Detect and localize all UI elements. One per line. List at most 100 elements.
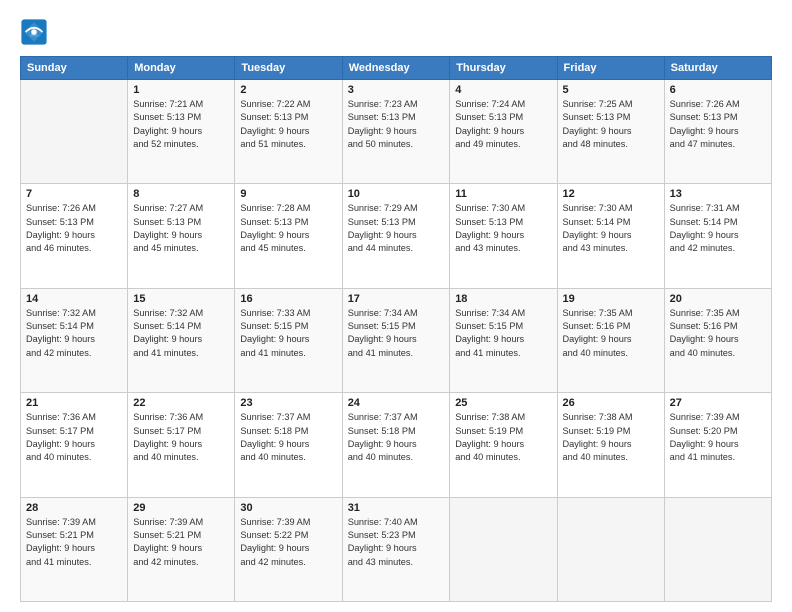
- day-cell: [664, 497, 771, 601]
- day-info: Sunrise: 7:29 AMSunset: 5:13 PMDaylight:…: [348, 202, 445, 255]
- day-info: Sunrise: 7:26 AMSunset: 5:13 PMDaylight:…: [670, 98, 766, 151]
- day-number: 8: [133, 188, 229, 200]
- day-cell: 11Sunrise: 7:30 AMSunset: 5:13 PMDayligh…: [450, 184, 557, 288]
- day-info: Sunrise: 7:22 AMSunset: 5:13 PMDaylight:…: [240, 98, 336, 151]
- day-cell: 18 Sunrise: 7:34 AMSunset: 5:15 PMDayligh…: [450, 288, 557, 392]
- day-number: 31: [348, 502, 445, 514]
- day-info: Sunrise: 7:40 AMSunset: 5:23 PMDaylight:…: [348, 516, 445, 569]
- day-cell: 9 Sunrise: 7:28 AMSunset: 5:13 PMDaylight…: [235, 184, 342, 288]
- day-number: 30: [240, 502, 336, 514]
- day-number: 13: [670, 188, 766, 200]
- day-cell: 19Sunrise: 7:35 AMSunset: 5:16 PMDayligh…: [557, 288, 664, 392]
- day-cell: 8 Sunrise: 7:27 AMSunset: 5:13 PMDaylight…: [128, 184, 235, 288]
- day-info: Sunrise: 7:36 AMSunset: 5:17 PMDaylight:…: [133, 411, 229, 464]
- day-cell: 16 Sunrise: 7:33 AMSunset: 5:15 PMDayligh…: [235, 288, 342, 392]
- day-cell: 14 Sunrise: 7:32 AMSunset: 5:14 PMDayligh…: [21, 288, 128, 392]
- day-info: Sunrise: 7:23 AMSunset: 5:13 PMDaylight:…: [348, 98, 445, 151]
- day-number: 17: [348, 293, 445, 305]
- day-info: Sunrise: 7:33 AMSunset: 5:15 PMDaylight:…: [240, 307, 336, 360]
- day-info: Sunrise: 7:32 AMSunset: 5:14 PMDaylight:…: [26, 307, 122, 360]
- day-info: Sunrise: 7:37 AMSunset: 5:18 PMDaylight:…: [348, 411, 445, 464]
- day-info: Sunrise: 7:28 AMSunset: 5:13 PMDaylight:…: [240, 202, 336, 255]
- day-cell: 13 Sunrise: 7:31 AMSunset: 5:14 PMDayligh…: [664, 184, 771, 288]
- day-cell: 2 Sunrise: 7:22 AMSunset: 5:13 PMDaylight…: [235, 80, 342, 184]
- day-number: 5: [563, 84, 659, 96]
- week-row-3: 21 Sunrise: 7:36 AMSunset: 5:17 PMDayligh…: [21, 393, 772, 497]
- page: SundayMondayTuesdayWednesdayThursdayFrid…: [0, 0, 792, 612]
- day-info: Sunrise: 7:38 AMSunset: 5:19 PMDaylight:…: [455, 411, 551, 464]
- day-number: 10: [348, 188, 445, 200]
- day-number: 2: [240, 84, 336, 96]
- day-number: 3: [348, 84, 445, 96]
- day-cell: [557, 497, 664, 601]
- header-monday: Monday: [128, 57, 235, 80]
- day-number: 29: [133, 502, 229, 514]
- week-row-0: 1 Sunrise: 7:21 AMSunset: 5:13 PMDaylight…: [21, 80, 772, 184]
- day-info: Sunrise: 7:31 AMSunset: 5:14 PMDaylight:…: [670, 202, 766, 255]
- header-wednesday: Wednesday: [342, 57, 450, 80]
- day-cell: 28 Sunrise: 7:39 AMSunset: 5:21 PMDayligh…: [21, 497, 128, 601]
- day-cell: 4Sunrise: 7:24 AMSunset: 5:13 PMDaylight…: [450, 80, 557, 184]
- day-info: Sunrise: 7:32 AMSunset: 5:14 PMDaylight:…: [133, 307, 229, 360]
- day-cell: 6 Sunrise: 7:26 AMSunset: 5:13 PMDaylight…: [664, 80, 771, 184]
- day-number: 28: [26, 502, 122, 514]
- day-number: 20: [670, 293, 766, 305]
- day-cell: 5 Sunrise: 7:25 AMSunset: 5:13 PMDaylight…: [557, 80, 664, 184]
- day-info: Sunrise: 7:35 AMSunset: 5:16 PMDaylight:…: [563, 307, 659, 360]
- day-cell: 29 Sunrise: 7:39 AMSunset: 5:21 PMDayligh…: [128, 497, 235, 601]
- day-number: 23: [240, 397, 336, 409]
- day-cell: 30 Sunrise: 7:39 AMSunset: 5:22 PMDayligh…: [235, 497, 342, 601]
- header-friday: Friday: [557, 57, 664, 80]
- day-cell: 21Sunrise: 7:36 AMSunset: 5:17 PMDayligh…: [21, 393, 128, 497]
- day-number: 22: [133, 397, 229, 409]
- calendar-header-row: SundayMondayTuesdayWednesdayThursdayFrid…: [21, 57, 772, 80]
- day-cell: 15 Sunrise: 7:32 AMSunset: 5:14 PMDayligh…: [128, 288, 235, 392]
- day-info: Sunrise: 7:21 AMSunset: 5:13 PMDaylight:…: [133, 98, 229, 151]
- day-cell: 27 Sunrise: 7:39 AMSunset: 5:20 PMDayligh…: [664, 393, 771, 497]
- day-number: 6: [670, 84, 766, 96]
- day-number: 9: [240, 188, 336, 200]
- day-info: Sunrise: 7:35 AMSunset: 5:16 PMDaylight:…: [670, 307, 766, 360]
- day-cell: 12Sunrise: 7:30 AMSunset: 5:14 PMDayligh…: [557, 184, 664, 288]
- day-number: 4: [455, 84, 551, 96]
- header-tuesday: Tuesday: [235, 57, 342, 80]
- week-row-2: 14 Sunrise: 7:32 AMSunset: 5:14 PMDayligh…: [21, 288, 772, 392]
- day-info: Sunrise: 7:37 AMSunset: 5:18 PMDaylight:…: [240, 411, 336, 464]
- day-cell: 22 Sunrise: 7:36 AMSunset: 5:17 PMDayligh…: [128, 393, 235, 497]
- day-info: Sunrise: 7:34 AMSunset: 5:15 PMDaylight:…: [455, 307, 551, 360]
- day-number: 1: [133, 84, 229, 96]
- day-cell: 23 Sunrise: 7:37 AMSunset: 5:18 PMDayligh…: [235, 393, 342, 497]
- day-number: 16: [240, 293, 336, 305]
- day-info: Sunrise: 7:38 AMSunset: 5:19 PMDaylight:…: [563, 411, 659, 464]
- week-row-4: 28 Sunrise: 7:39 AMSunset: 5:21 PMDayligh…: [21, 497, 772, 601]
- day-cell: 3 Sunrise: 7:23 AMSunset: 5:13 PMDaylight…: [342, 80, 450, 184]
- header-sunday: Sunday: [21, 57, 128, 80]
- day-info: Sunrise: 7:30 AMSunset: 5:13 PMDaylight:…: [455, 202, 551, 255]
- day-info: Sunrise: 7:25 AMSunset: 5:13 PMDaylight:…: [563, 98, 659, 151]
- day-cell: 17Sunrise: 7:34 AMSunset: 5:15 PMDayligh…: [342, 288, 450, 392]
- day-number: 14: [26, 293, 122, 305]
- day-number: 25: [455, 397, 551, 409]
- day-cell: 26 Sunrise: 7:38 AMSunset: 5:19 PMDayligh…: [557, 393, 664, 497]
- day-info: Sunrise: 7:27 AMSunset: 5:13 PMDaylight:…: [133, 202, 229, 255]
- day-number: 27: [670, 397, 766, 409]
- header-thursday: Thursday: [450, 57, 557, 80]
- day-number: 18: [455, 293, 551, 305]
- day-cell: 20 Sunrise: 7:35 AMSunset: 5:16 PMDayligh…: [664, 288, 771, 392]
- header: [20, 18, 772, 46]
- day-number: 26: [563, 397, 659, 409]
- day-number: 15: [133, 293, 229, 305]
- day-info: Sunrise: 7:39 AMSunset: 5:21 PMDaylight:…: [133, 516, 229, 569]
- day-cell: [450, 497, 557, 601]
- calendar: SundayMondayTuesdayWednesdayThursdayFrid…: [20, 56, 772, 602]
- day-info: Sunrise: 7:26 AMSunset: 5:13 PMDaylight:…: [26, 202, 122, 255]
- day-number: 24: [348, 397, 445, 409]
- day-cell: 10 Sunrise: 7:29 AMSunset: 5:13 PMDayligh…: [342, 184, 450, 288]
- day-info: Sunrise: 7:39 AMSunset: 5:22 PMDaylight:…: [240, 516, 336, 569]
- day-cell: 31 Sunrise: 7:40 AMSunset: 5:23 PMDayligh…: [342, 497, 450, 601]
- logo-icon: [20, 18, 48, 46]
- day-info: Sunrise: 7:39 AMSunset: 5:21 PMDaylight:…: [26, 516, 122, 569]
- day-cell: 25 Sunrise: 7:38 AMSunset: 5:19 PMDayligh…: [450, 393, 557, 497]
- day-info: Sunrise: 7:39 AMSunset: 5:20 PMDaylight:…: [670, 411, 766, 464]
- day-number: 21: [26, 397, 122, 409]
